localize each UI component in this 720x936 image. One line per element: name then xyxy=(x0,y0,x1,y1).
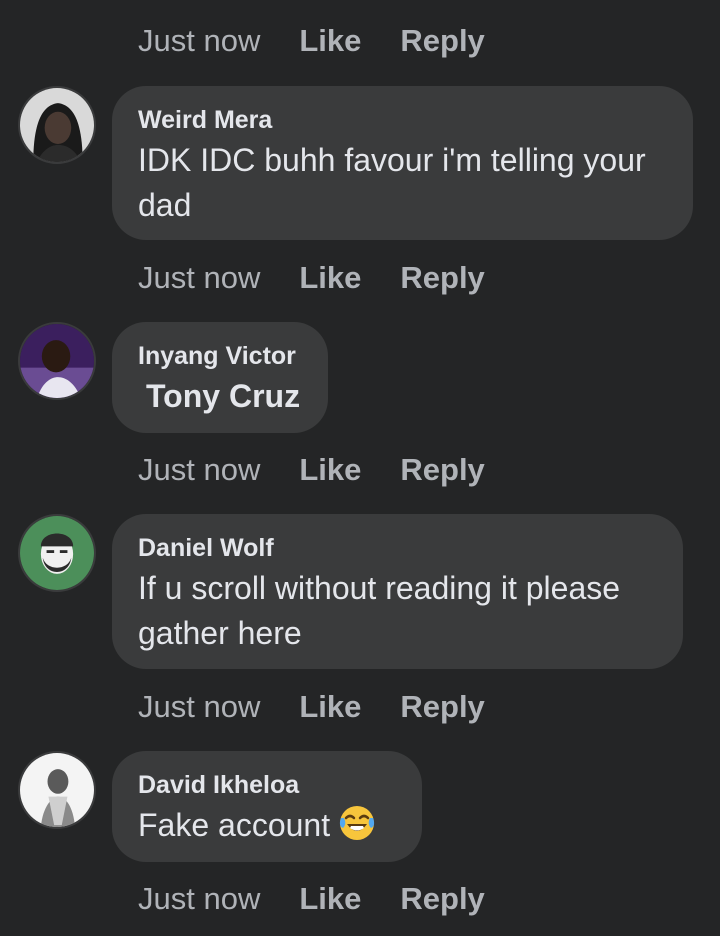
avatar[interactable] xyxy=(18,514,96,592)
comment-author[interactable]: David Ikheloa xyxy=(138,769,396,801)
timestamp: Just now xyxy=(138,689,261,724)
comment-bubble: Weird Mera IDK IDC buhh favour i'm telli… xyxy=(112,86,693,240)
comment-text-wrapper: Fake account xyxy=(138,803,396,848)
comment-text: IDK IDC buhh favour i'm telling your dad xyxy=(138,142,646,223)
like-button[interactable]: Like xyxy=(299,689,361,725)
like-button[interactable]: Like xyxy=(299,23,361,59)
like-button[interactable]: Like xyxy=(299,260,361,296)
comment-bubble: Inyang Victor Tony Cruz xyxy=(112,322,328,433)
timestamp: Just now xyxy=(138,881,261,916)
reply-button[interactable]: Reply xyxy=(400,689,484,725)
comment-author[interactable]: Weird Mera xyxy=(138,104,667,136)
comment-author[interactable]: Inyang Victor xyxy=(138,340,302,372)
reply-button[interactable]: Reply xyxy=(400,23,484,59)
reply-button[interactable]: Reply xyxy=(400,452,484,488)
comment-author[interactable]: Daniel Wolf xyxy=(138,532,657,564)
comment-actions-top: Just now Like Reply xyxy=(138,21,485,61)
like-button[interactable]: Like xyxy=(299,881,361,917)
timestamp: Just now xyxy=(138,452,261,487)
timestamp: Just now xyxy=(138,23,261,58)
user-photo-icon xyxy=(20,324,94,398)
reply-button[interactable]: Reply xyxy=(400,260,484,296)
avatar[interactable] xyxy=(18,322,96,400)
like-button[interactable]: Like xyxy=(299,452,361,488)
reply-button[interactable]: Reply xyxy=(400,881,484,917)
comment-bubble: David Ikheloa Fake account xyxy=(112,751,422,862)
user-photo-icon xyxy=(20,516,94,590)
comment-actions: Just now Like Reply xyxy=(138,879,485,919)
comment-actions: Just now Like Reply xyxy=(138,687,485,727)
comment-text: Fake account xyxy=(138,807,331,843)
user-photo-icon xyxy=(20,753,94,827)
avatar[interactable] xyxy=(18,86,96,164)
comment-actions: Just now Like Reply xyxy=(138,450,485,490)
timestamp: Just now xyxy=(138,260,261,295)
user-photo-icon xyxy=(20,88,94,162)
tears-of-joy-emoji-icon xyxy=(338,804,376,842)
comment-bubble: Daniel Wolf If u scroll without reading … xyxy=(112,514,683,669)
mention-link[interactable]: Tony Cruz xyxy=(146,374,302,419)
comment-actions: Just now Like Reply xyxy=(138,258,485,298)
comment-text: If u scroll without reading it please ga… xyxy=(138,570,621,651)
avatar[interactable] xyxy=(18,751,96,829)
